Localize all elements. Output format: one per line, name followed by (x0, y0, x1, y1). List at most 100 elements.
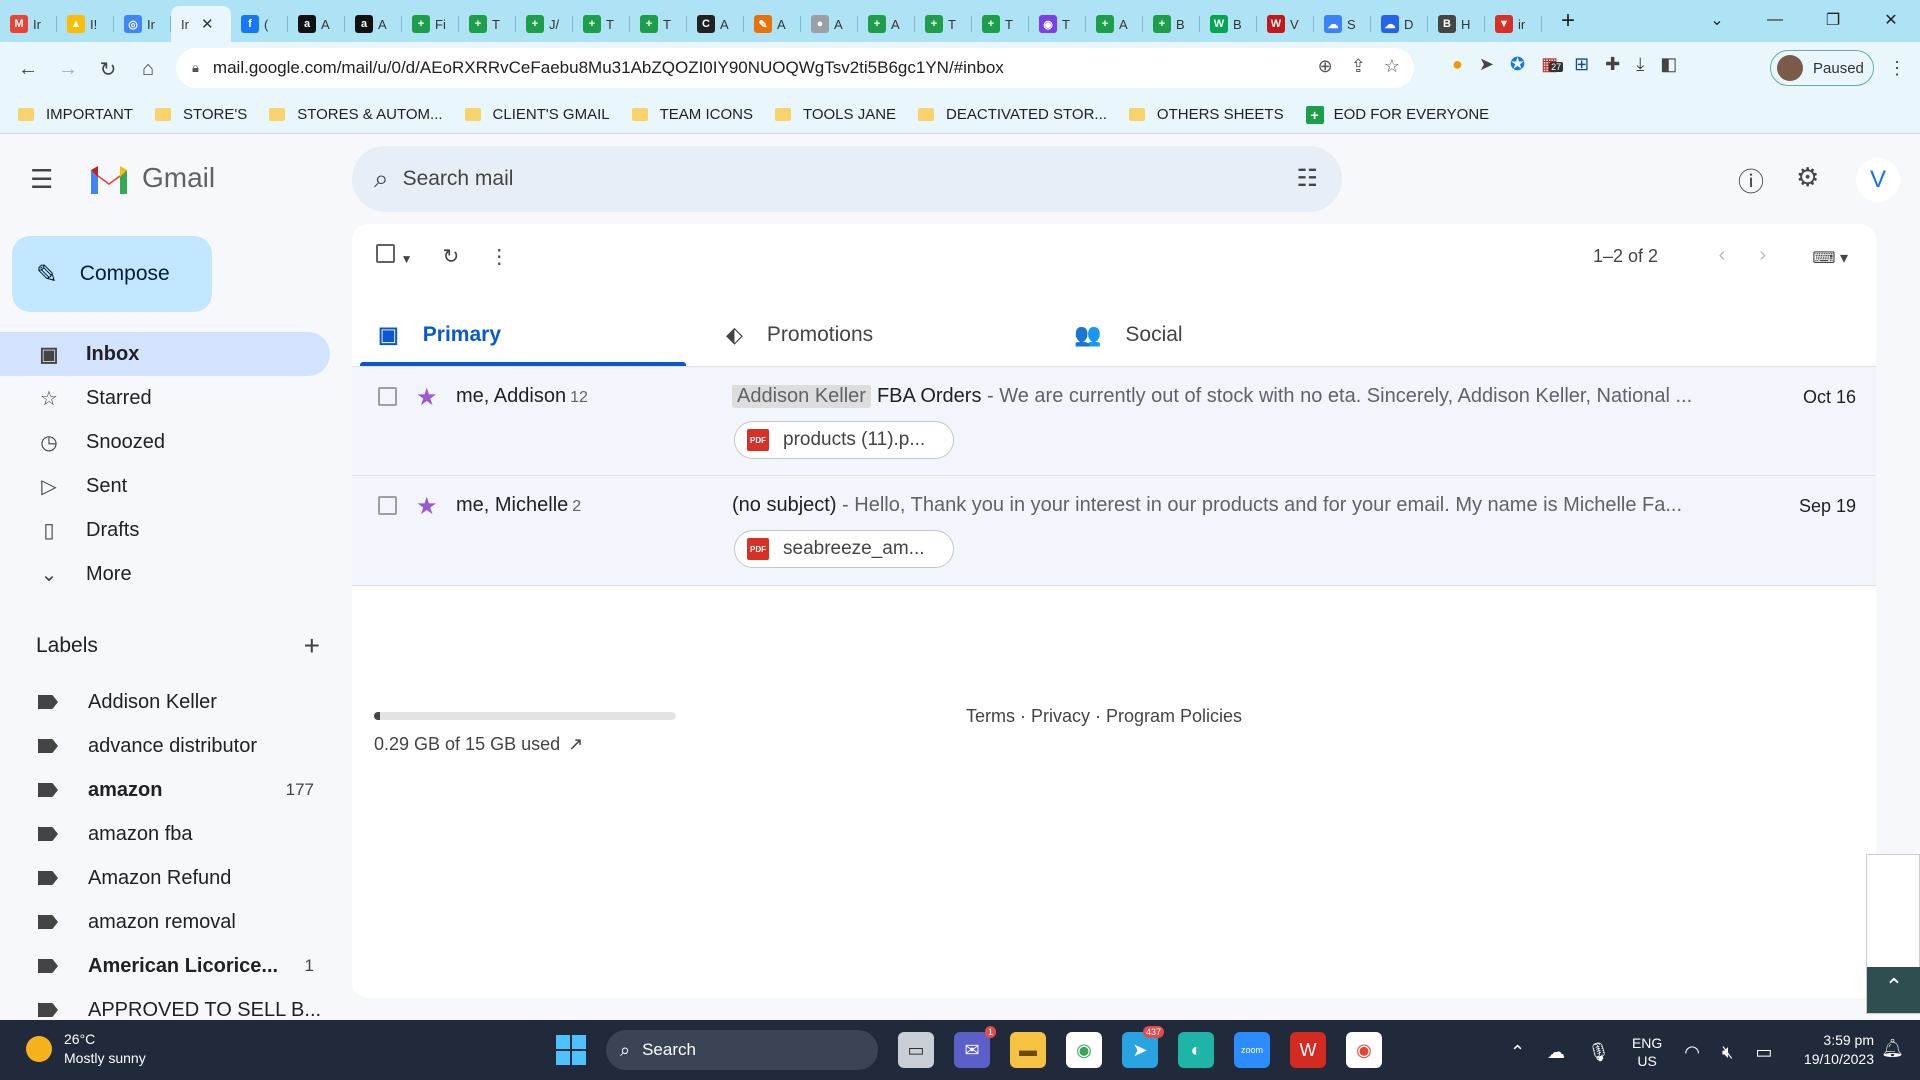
browser-tab[interactable]: CA (687, 6, 744, 42)
extensions-puzzle-icon[interactable]: ✚ (1605, 54, 1620, 75)
bookmark-item[interactable]: TOOLS JANE (774, 106, 896, 123)
email-label-tag[interactable]: Addison Keller (732, 385, 871, 408)
browser-tab[interactable]: + T (573, 6, 630, 42)
browser-tab[interactable]: + A (858, 6, 915, 42)
browser-tab[interactable]: ☁ S (1314, 6, 1371, 42)
browser-tab[interactable]: BH (1428, 6, 1485, 42)
label-item[interactable]: amazon fba (0, 812, 330, 856)
home-button[interactable]: ⌂ (128, 58, 168, 81)
microphone-icon[interactable]: 🎙︎ (1587, 1042, 1610, 1063)
bookmark-item[interactable]: STORE'S (154, 106, 247, 123)
forward-button[interactable]: → (48, 58, 88, 81)
back-button[interactable]: ← (8, 58, 48, 81)
browser-tab[interactable]: ▼ ir (1485, 6, 1542, 42)
close-window-button[interactable]: ✕ (1862, 10, 1920, 30)
email-row[interactable]: ★ me, Addison 12 Addison Keller FBA Orders -… (352, 366, 1876, 476)
browser-menu-icon[interactable]: ⋮ (1888, 58, 1906, 79)
browser-tab[interactable]: Ir ✕ (171, 6, 231, 42)
create-label-button[interactable]: + (304, 630, 320, 662)
task-view-icon[interactable]: ▭ (898, 1032, 934, 1068)
help-icon[interactable]: ⓘ (1738, 162, 1764, 199)
taskbar-search[interactable]: ⌕ Search (606, 1030, 878, 1070)
browser-tab[interactable]: M Ir (0, 6, 57, 42)
wps-office-icon[interactable]: W (1290, 1032, 1326, 1068)
nav-item-inbox[interactable]: ▣ Inbox (0, 332, 330, 376)
nav-item-drafts[interactable]: ▯ Drafts (0, 508, 330, 552)
browser-tab[interactable]: ◉ T (1029, 6, 1086, 42)
browser-tab[interactable]: aA (288, 6, 345, 42)
search-bar[interactable]: ⌕ ☷ (352, 146, 1342, 212)
address-bar[interactable]: 🔒︎ mail.google.com/mail/u/0/d/AEoRXRRvCe… (176, 48, 1414, 88)
label-item[interactable]: amazon 177 (0, 768, 330, 812)
select-all-checkbox[interactable]: ▼ (376, 244, 412, 269)
volume-muted-icon[interactable]: 🔇︎ (1722, 1042, 1733, 1063)
attachment-chip[interactable]: PDF seabreeze_am... (734, 530, 954, 568)
attachment-chip[interactable]: PDF products (11).p... (734, 421, 954, 459)
bookmark-star-icon[interactable]: ☆ (1384, 56, 1400, 77)
label-item[interactable]: Amazon Refund (0, 856, 330, 900)
nav-item-snoozed[interactable]: ◷ Snoozed (0, 420, 330, 464)
minimize-button[interactable]: — (1746, 11, 1804, 29)
floating-preview[interactable]: ⌃ (1866, 854, 1920, 1014)
telegram-icon[interactable]: ➤ 437 (1122, 1026, 1164, 1068)
language-indicator[interactable]: ENG US (1632, 1034, 1662, 1070)
browser-tab[interactable]: + B (1143, 6, 1200, 42)
label-item[interactable]: Addison Keller (0, 680, 330, 724)
open-external-icon[interactable]: ↗ (568, 734, 583, 754)
browser-tab[interactable]: f( (231, 6, 288, 42)
battery-icon[interactable]: ▭ (1755, 1042, 1772, 1063)
browser-tab[interactable]: + T (459, 6, 516, 42)
show-hidden-icons-icon[interactable]: ⌃ (1510, 1042, 1525, 1063)
browser-tab[interactable]: ▲ I! (57, 6, 114, 42)
zoom-icon[interactable]: ⊕ (1318, 56, 1333, 77)
download-icon[interactable]: ⤓ (1636, 54, 1644, 75)
lock-icon[interactable]: 🔒︎ (192, 60, 199, 76)
refresh-icon[interactable]: ↻ (442, 244, 459, 269)
nav-item-starred[interactable]: ☆ Starred (0, 376, 330, 420)
label-item[interactable]: American Licorice... 1 (0, 944, 330, 988)
bookmark-item[interactable]: CLIENT'S GMAIL (464, 106, 610, 123)
browser-tab[interactable]: + T (972, 6, 1029, 42)
edge-icon[interactable]: ◐ (1178, 1032, 1214, 1068)
file-explorer-icon[interactable]: ▬ (1010, 1032, 1046, 1068)
footer-links[interactable]: Terms · Privacy · Program Policies (966, 706, 1242, 727)
browser-tab[interactable]: + J/ (516, 6, 573, 42)
start-button[interactable] (556, 1035, 586, 1065)
row-checkbox[interactable] (378, 387, 397, 406)
bookmark-item[interactable]: TEAM ICONS (631, 106, 753, 123)
settings-gear-icon[interactable]: ⚙ (1796, 162, 1819, 193)
main-menu-icon[interactable]: ☰ (30, 164, 53, 195)
tab-promotions[interactable]: ⬖ Promotions (700, 304, 1048, 366)
older-page-icon[interactable]: › (1759, 244, 1766, 267)
bookmark-item[interactable]: OTHERS SHEETS (1128, 106, 1284, 123)
input-tools-icon[interactable]: ⌨ ▾ (1812, 248, 1848, 268)
email-row[interactable]: ★ me, Michelle 2 (no subject) - Hello, Than… (352, 476, 1876, 586)
scroll-up-icon[interactable]: ⌃ (1867, 967, 1920, 1013)
label-item[interactable]: advance distributor (0, 724, 330, 768)
newer-page-icon[interactable]: ‹ (1719, 244, 1726, 267)
weather-widget[interactable]: 26°C Mostly sunny (26, 1030, 146, 1068)
nav-item-sent[interactable]: ▷ Sent (0, 464, 330, 508)
reload-button[interactable]: ↻ (88, 57, 128, 82)
bookmark-item[interactable]: STORES & AUTOM... (269, 106, 443, 123)
extension-orange-icon[interactable]: ● (1452, 54, 1463, 75)
bookmark-item[interactable]: + EOD FOR EVERYONE (1305, 105, 1489, 124)
gmail-logo[interactable]: Gmail (88, 162, 215, 194)
bookmark-item[interactable]: DEACTIVATED STOR... (918, 106, 1107, 123)
tab-social[interactable]: 👥 Social (1048, 304, 1396, 366)
extension-calendar-icon[interactable]: ▦27 (1541, 54, 1564, 75)
browser-tab[interactable]: ☁ D (1371, 6, 1428, 42)
chrome-profile-icon[interactable]: ◉ (1346, 1032, 1382, 1068)
zoom-icon[interactable]: zoom (1234, 1032, 1270, 1068)
extension-grid-icon[interactable]: ⊞ (1574, 54, 1589, 75)
more-actions-icon[interactable]: ⋮ (489, 244, 509, 269)
tab-primary[interactable]: ▣ Primary (352, 304, 700, 366)
restore-button[interactable]: ❐ (1804, 10, 1862, 30)
extension-arrow-icon[interactable]: ➤ (1479, 54, 1494, 75)
wifi-icon[interactable]: ◠ (1684, 1042, 1700, 1063)
profile-button[interactable]: Paused (1770, 50, 1874, 86)
label-item[interactable]: amazon removal (0, 900, 330, 944)
compose-button[interactable]: ✎ Compose (12, 236, 212, 312)
extension-blue-icon[interactable]: ✪ (1510, 54, 1525, 75)
browser-tab[interactable]: + Fi (402, 6, 459, 42)
